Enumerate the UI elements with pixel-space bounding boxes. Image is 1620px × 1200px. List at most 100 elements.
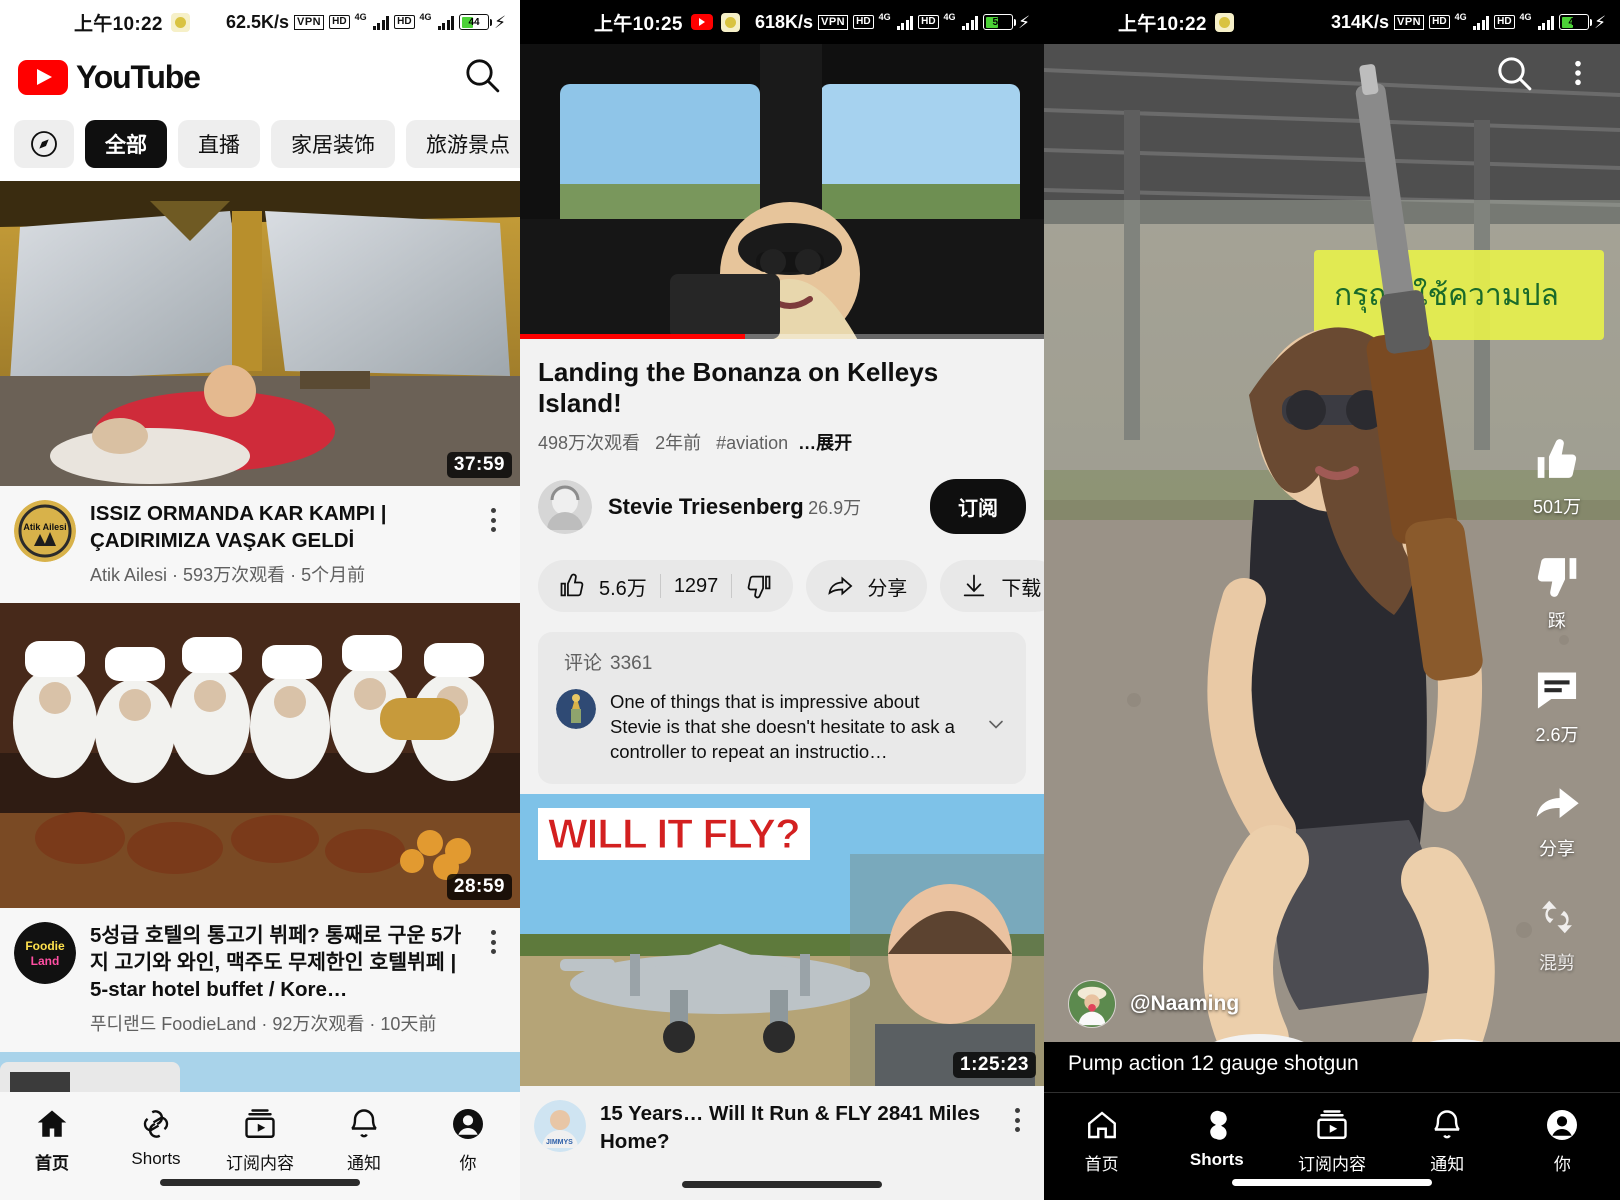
phone-panel-shorts: กรุณาใช้ความปล 上午10:22 314K/s VPN HD 4G …	[1044, 0, 1620, 1200]
shorts-avatar-image	[1069, 981, 1115, 1027]
next-channel-avatar[interactable]: JIMMYS	[534, 1100, 586, 1153]
nav-item-shorts[interactable]: Shorts	[104, 1106, 208, 1169]
chip-travel-spots[interactable]: 旅游景点	[406, 120, 520, 168]
channel-row[interactable]: Stevie Triesenberg 26.9万 订阅	[520, 461, 1044, 540]
subscribe-button[interactable]: 订阅	[930, 479, 1026, 534]
channel-text: Stevie Triesenberg 26.9万	[608, 494, 861, 520]
thumbs-up-icon	[1537, 439, 1577, 478]
thumbs-up-icon[interactable]	[558, 572, 586, 600]
comments-section[interactable]: 评论 3361 One of things that is impressive …	[538, 632, 1026, 785]
next-video-thumbnail[interactable]: WILL IT FLY? 1:25:23	[520, 794, 1044, 1087]
category-chip-bar[interactable]: 全部 直播 家居装饰 旅游景点 园艺	[0, 110, 520, 181]
download-button[interactable]: 下载	[940, 560, 1044, 612]
watch-metadata[interactable]: Landing the Bonanza on Kelleys Island! 4…	[520, 339, 1044, 461]
status-bar: 上午10:22 62.5K/s VPN HD 4G HD 4G 44 ⚡	[0, 0, 520, 44]
nav-item-notifications[interactable]: 通知	[1390, 1107, 1505, 1175]
divider-2	[731, 574, 733, 598]
video-feed: 37:59 Atik Ailesi ISSIZ ORMANDA KAR KAMP…	[0, 181, 520, 1173]
nav-label-shorts: Shorts	[1189, 1150, 1244, 1169]
shorts-description[interactable]: Pump action 12 gauge shotgun	[1044, 1042, 1620, 1092]
youtube-logo[interactable]: YouTube	[18, 59, 201, 96]
video-meta-1: Atik Ailesi · 593万次观看 · 5个月前	[90, 565, 366, 586]
share-arrow-icon	[1536, 788, 1579, 818]
top-comment-row[interactable]: One of things that is impressive about S…	[556, 689, 1008, 764]
nav-item-home[interactable]: 首页	[1044, 1107, 1159, 1175]
video-thumbnail-2[interactable]: 28:59	[0, 603, 520, 909]
nav-item-shorts[interactable]: Shorts	[1159, 1107, 1274, 1170]
video-channel-1: Atik Ailesi	[90, 565, 168, 586]
channel-avatar-1[interactable]: Atik Ailesi	[14, 500, 76, 562]
shorts-dislike-button[interactable]: 踩	[1531, 549, 1583, 633]
bottom-navigation[interactable]: 首页 Shorts 订阅内容 通知 你	[0, 1092, 520, 1200]
nav-item-account[interactable]: 你	[416, 1106, 520, 1174]
svg-text:Land: Land	[31, 954, 60, 968]
shorts-share-button[interactable]: 分享	[1531, 777, 1583, 861]
video-age-2: 10天前	[380, 1014, 437, 1035]
shorts-action-rail[interactable]: 501万 踩 2.6万 分享 混剪	[1514, 435, 1600, 975]
remix-icon	[1542, 900, 1572, 934]
chip-home-decor[interactable]: 家居装饰	[271, 120, 395, 168]
shorts-channel-handle[interactable]: @Naaming	[1130, 992, 1239, 1016]
more-vertical-icon-2[interactable]	[480, 922, 506, 1036]
next-video-duration: 1:25:23	[953, 1052, 1036, 1079]
action-bar[interactable]: 5.6万 1297 分享 下载	[520, 540, 1044, 626]
player-progress-bar[interactable]	[520, 334, 1044, 339]
shorts-channel-row[interactable]: @Naaming	[1044, 980, 1620, 1042]
bell-icon	[351, 1109, 377, 1138]
comments-title: 评论	[564, 653, 603, 674]
home-indicator	[160, 1179, 360, 1186]
thumbnail-image-2	[0, 603, 520, 909]
chevron-down-icon[interactable]	[984, 712, 1008, 741]
commenter-avatar[interactable]	[556, 689, 596, 729]
video-info-1: ISSIZ ORMANDA KAR KAMPI | ÇADIRIMIZA VAŞ…	[90, 500, 466, 587]
hd-icon-2: HD	[394, 15, 415, 29]
video-info-2: 5성급 호텔의 통고기 뷔페? 통째로 구운 5가지 고기와 와인, 맥주도 무…	[90, 922, 466, 1036]
signal-icon-1	[1472, 15, 1490, 30]
comments-count: 3361	[610, 653, 653, 674]
shorts-comment-button[interactable]: 2.6万	[1531, 663, 1583, 747]
bell-icon	[1434, 1110, 1460, 1139]
video-thumbnail-1[interactable]: 37:59	[0, 181, 520, 486]
svg-text:Atik Ailesi: Atik Ailesi	[23, 522, 66, 532]
nav-label-account: 你	[1553, 1155, 1571, 1174]
like-count: 5.6万	[599, 577, 647, 600]
shorts-remix-button[interactable]: 混剪	[1531, 891, 1583, 975]
video-row-1[interactable]: Atik Ailesi ISSIZ ORMANDA KAR KAMPI | ÇA…	[0, 486, 520, 604]
like-dislike-pill[interactable]: 5.6万 1297	[538, 560, 794, 612]
more-vertical-icon-1[interactable]	[480, 500, 506, 587]
chip-all[interactable]: 全部	[85, 120, 167, 168]
signal-icon-2	[437, 15, 455, 30]
nav-item-notifications[interactable]: 通知	[312, 1106, 416, 1174]
chip-explore[interactable]	[14, 120, 74, 168]
watch-expand-link[interactable]: …展开	[798, 433, 852, 453]
search-icon[interactable]	[1494, 53, 1534, 98]
status-bar: 上午10:25 618K/s VPN HD 4G HD 4G 51 ⚡	[520, 0, 1044, 44]
video-title-1: ISSIZ ORMANDA KAR KAMPI | ÇADIRIMIZA VAŞ…	[90, 502, 387, 553]
nav-label-shorts: Shorts	[131, 1149, 181, 1168]
youtube-notification-icon	[690, 14, 713, 30]
comments-header: 评论 3361	[556, 648, 1008, 675]
chip-live[interactable]: 直播	[178, 120, 260, 168]
watch-hashtag[interactable]: #aviation	[716, 433, 788, 453]
network-type-1: 4G	[878, 11, 891, 22]
video-channel-2: 푸디랜드 FoodieLand	[90, 1014, 257, 1035]
more-vertical-icon[interactable]	[1562, 55, 1594, 96]
nav-item-subscriptions[interactable]: 订阅内容	[208, 1106, 312, 1174]
shorts-channel-avatar[interactable]	[1068, 980, 1116, 1028]
thumbs-down-icon[interactable]	[745, 572, 773, 600]
nav-item-subscriptions[interactable]: 订阅内容	[1274, 1107, 1389, 1175]
hd-icon-2: HD	[918, 15, 939, 29]
video-meta-2: 푸디랜드 FoodieLand · 92万次观看 · 10天前	[90, 1014, 437, 1035]
notification-emoji-icon	[1214, 12, 1234, 32]
video-player[interactable]	[520, 44, 1044, 339]
video-row-2[interactable]: Foodie Land 5성급 호텔의 통고기 뷔페? 통째로 구운 5가지 고…	[0, 908, 520, 1053]
channel-avatar-2[interactable]: Foodie Land	[14, 922, 76, 985]
shorts-like-button[interactable]: 501万	[1531, 435, 1583, 519]
share-button[interactable]: 分享	[806, 560, 928, 612]
nav-item-home[interactable]: 首页	[0, 1106, 104, 1174]
bottom-navigation[interactable]: 首页 Shorts 订阅内容 通知 你	[1044, 1092, 1620, 1200]
channel-avatar[interactable]	[538, 479, 592, 534]
avatar-image-2: Foodie Land	[14, 922, 76, 985]
nav-item-account[interactable]: 你	[1505, 1107, 1620, 1175]
search-icon[interactable]	[462, 55, 502, 100]
